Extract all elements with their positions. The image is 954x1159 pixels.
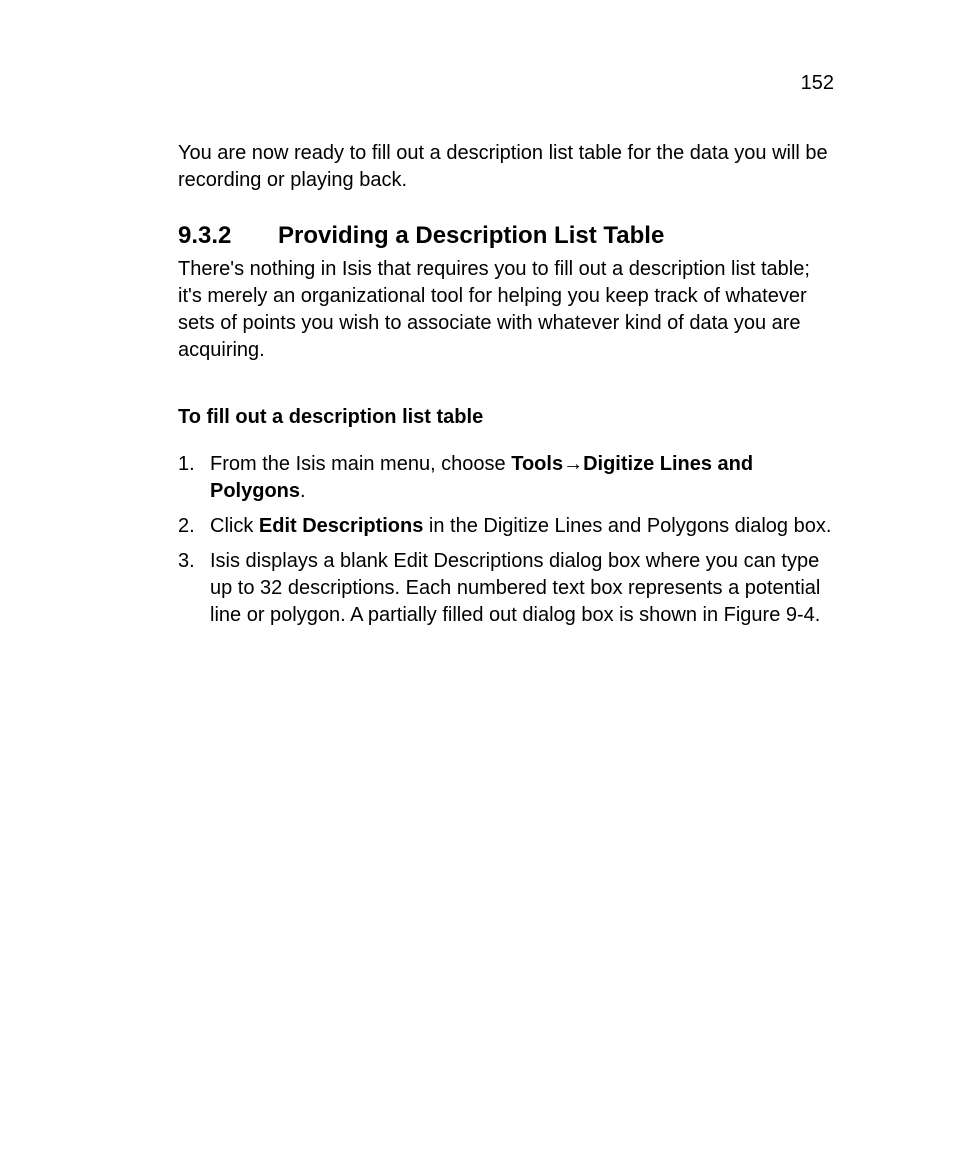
list-item: 2. Click Edit Descriptions in the Digiti…: [178, 513, 834, 540]
section-header: 9.3.2Providing a Description List Table: [178, 222, 834, 250]
step-number: 2.: [178, 513, 195, 540]
step-number: 3.: [178, 548, 195, 575]
list-item: 3. Isis displays a blank Edit Descriptio…: [178, 548, 834, 629]
intro-paragraph: You are now ready to fill out a descript…: [178, 140, 834, 194]
procedure-heading: To fill out a description list table: [178, 406, 834, 429]
procedure-steps: 1. From the Isis main menu, choose Tools…: [178, 451, 834, 629]
step-number: 1.: [178, 451, 195, 478]
step-text-post: .: [300, 480, 306, 502]
page-content: You are now ready to fill out a descript…: [178, 140, 834, 637]
step-text-pre: From the Isis main menu, choose: [210, 453, 511, 475]
page-number: 152: [801, 72, 834, 95]
step-text-pre: Isis displays a blank Edit Descriptions …: [210, 550, 820, 626]
step-text-bold: Edit Descriptions: [259, 515, 423, 537]
step-text-pre: Click: [210, 515, 259, 537]
section-title: Providing a Description List Table: [278, 222, 664, 249]
step-text-post: in the Digitize Lines and Polygons dialo…: [423, 515, 831, 537]
section-paragraph: There's nothing in Isis that requires yo…: [178, 256, 834, 364]
list-item: 1. From the Isis main menu, choose Tools…: [178, 451, 834, 505]
section-number: 9.3.2: [178, 222, 278, 250]
